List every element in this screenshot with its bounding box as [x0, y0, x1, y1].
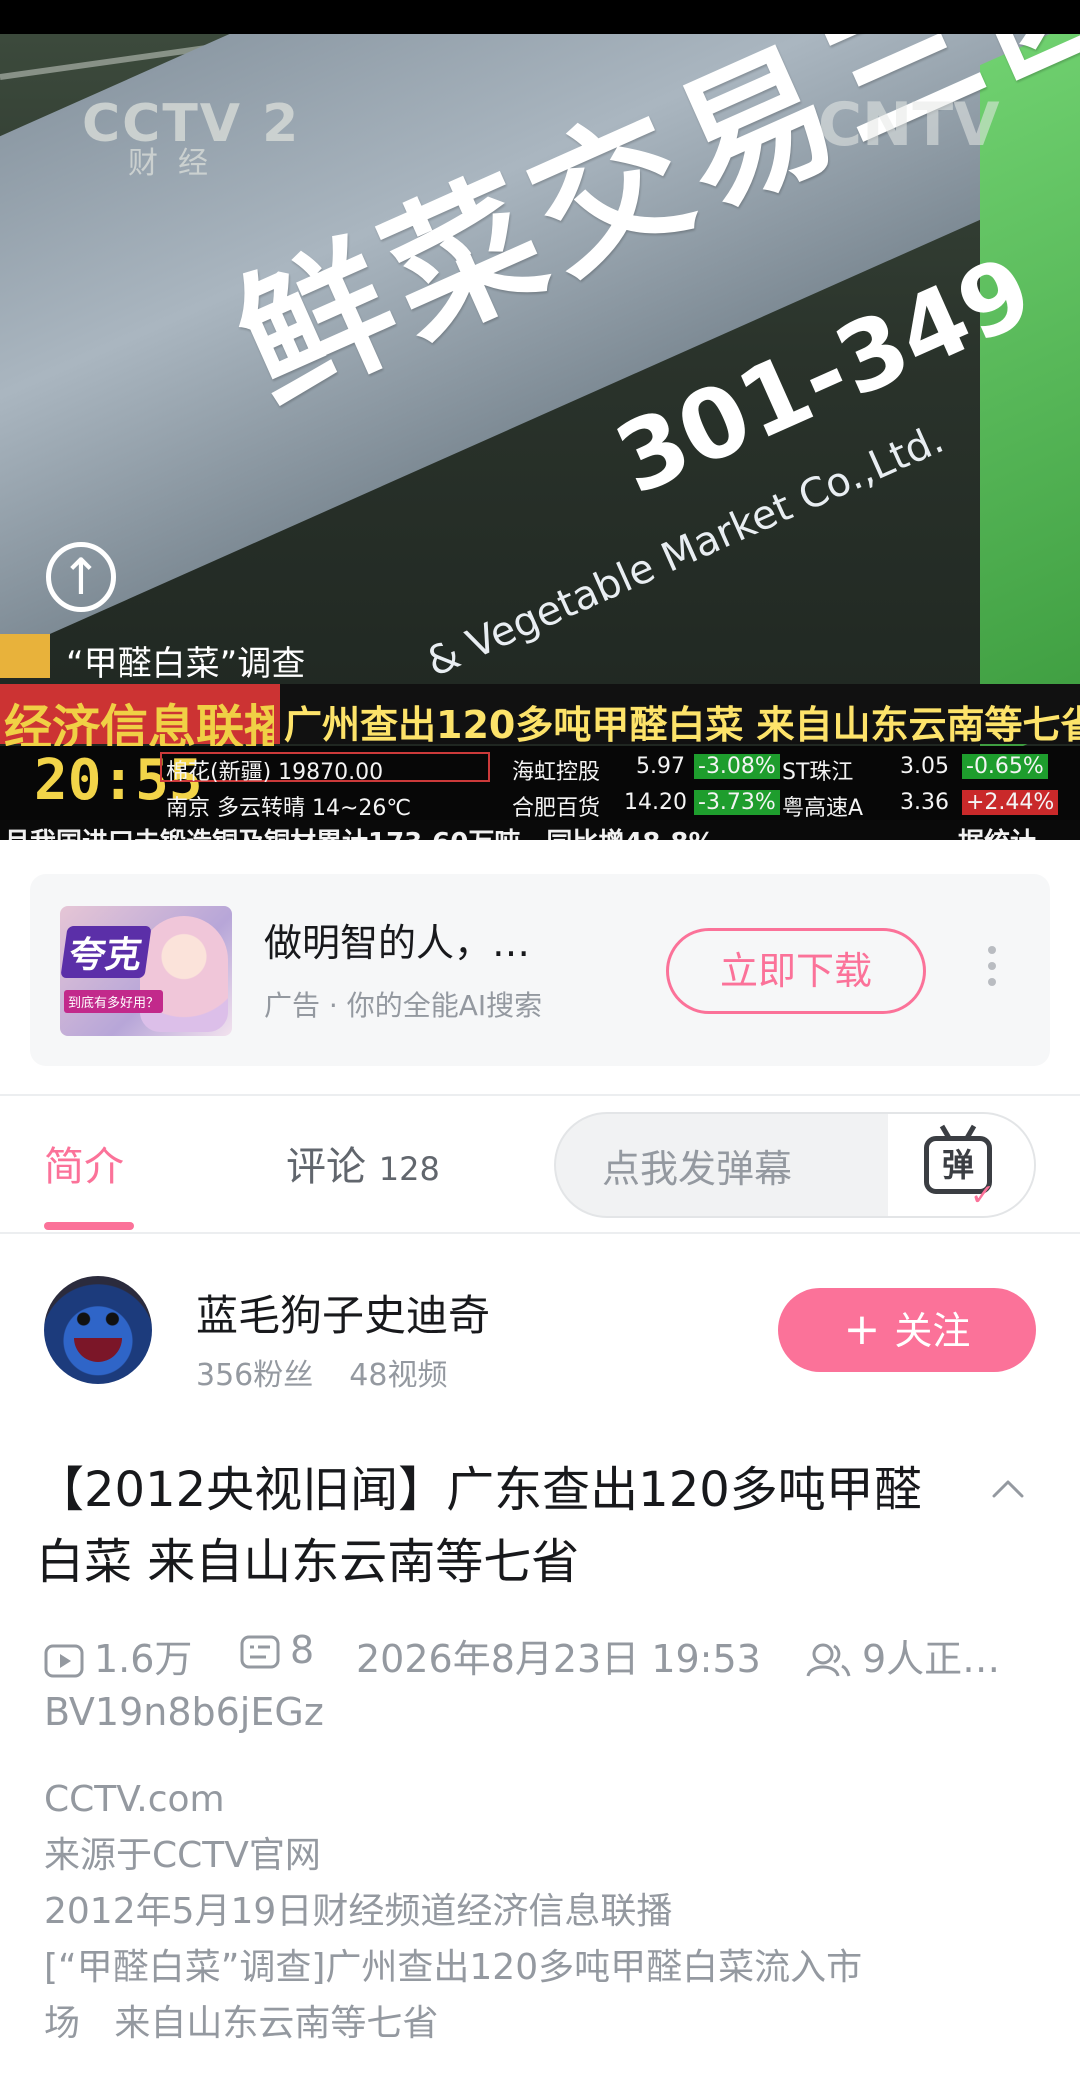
divider [0, 1232, 1080, 1234]
ad-subtitle: 广告 · 你的全能AI搜索 [264, 989, 543, 1022]
follow-label: 关注 [894, 1309, 971, 1353]
channel-subtitle: 财经 [128, 146, 228, 181]
tab-intro[interactable]: 简介 [44, 1134, 124, 1192]
tab-comments-label: 评论 [286, 1144, 366, 1190]
divider [0, 1094, 1080, 1096]
weather-quote: 南京 多云转晴 14~26℃ [166, 796, 412, 821]
stock-price: 3.05 [900, 754, 949, 779]
news-headline: 广州查出120多吨甲醛白菜 来自山东云南等七省 [284, 703, 1080, 747]
video-title: 【2012央视旧闻】广东查出120多吨甲醛白菜 来自山东云南等七省 [36, 1462, 922, 1590]
ticker-tag: “甲醛白菜”调查 [66, 644, 306, 684]
stock-name: 合肥百货 [512, 796, 601, 821]
check-icon: ✓ [970, 1178, 996, 1213]
description-line: 2012年5月19日财经频道经济信息联播 [44, 1891, 673, 1932]
stock-change: -3.08% [694, 754, 780, 779]
tab-comments[interactable]: 评论 128 [286, 1134, 440, 1192]
watching-count-value: 9人正… [862, 1637, 1001, 1681]
status-bar [0, 0, 1080, 34]
ad-thumbnail-illustration [140, 916, 228, 1032]
ad-thumbnail-tag: 到底有多好用？ [64, 990, 164, 1013]
video-bvid[interactable]: BV19n8b6jEGz [44, 1690, 324, 1734]
avatar-mouth [74, 1338, 122, 1362]
video-player[interactable]: 鲜菜交易三区 301-349 & Vegetable Market Co.,Lt… [0, 34, 1080, 840]
uploader-name[interactable]: 蓝毛狗子史迪奇 [196, 1282, 490, 1343]
avatar[interactable] [44, 1276, 152, 1384]
stock-name: 粤高速A [782, 796, 864, 821]
video-description: CCTV.com 来源于CCTV官网 2012年5月19日财经频道经济信息联播 … [44, 1772, 1044, 2052]
cntv-watermark: CNTV [818, 90, 1000, 160]
danmaku-count-icon [240, 1635, 280, 1669]
people-icon [806, 1643, 851, 1677]
more-vertical-icon[interactable] [980, 938, 1004, 1002]
chevron-up-icon[interactable] [990, 1470, 1026, 1506]
tab-comments-count: 128 [378, 1150, 440, 1188]
stock-price: 3.36 [900, 790, 949, 815]
ad-card[interactable]: 夸克 到底有多好用？ 做明智的人，… 广告 · 你的全能AI搜索 立即下载 [30, 874, 1050, 1066]
danmaku-count-value: 8 [290, 1628, 315, 1672]
up-arrow-icon: ↑ [46, 542, 116, 612]
stock-change: -3.73% [694, 790, 780, 815]
description-line: [“甲醛白菜”调查]广州查出120多吨甲醛白菜流入市 [44, 1947, 863, 1988]
description-line: 来源于CCTV官网 [44, 1835, 321, 1876]
uploader-videos: 48视频 [349, 1358, 448, 1393]
publish-date: 2026年8月23日 19:53 [356, 1637, 761, 1681]
stock-price: 14.20 [624, 790, 687, 815]
ad-download-button[interactable]: 立即下载 [666, 928, 926, 1014]
stock-price: 5.97 [636, 754, 685, 779]
scroll-ticker-text: 月我国进口未锻造铜及铜材累计173.60万吨，同比增48.8%。 [4, 822, 741, 840]
ad-title[interactable]: 做明智的人，… [264, 912, 530, 967]
stock-change: +2.44% [962, 790, 1059, 815]
ad-thumbnail[interactable]: 夸克 到底有多好用？ [60, 906, 232, 1036]
follow-button[interactable]: + 关注 [778, 1288, 1036, 1372]
danmaku-count: 8 [240, 1628, 314, 1672]
tab-active-indicator [44, 1222, 134, 1230]
video-meta: 1.6万 8 2026年8月23日 19:53 9人正… [44, 1628, 1044, 1681]
scroll-ticker-right: 据统计 [958, 822, 1036, 840]
danmaku-toggle-button[interactable]: 弹 ✓ [888, 1114, 1034, 1216]
uploader-fans: 356粉丝 [196, 1358, 314, 1393]
ad-thumbnail-logo: 夸克 [60, 926, 152, 978]
view-count: 1.6万 [44, 1628, 192, 1683]
play-count-icon [44, 1644, 84, 1678]
avatar-eyes [74, 1312, 122, 1326]
description-line: CCTV.com [44, 1779, 225, 1820]
stock-name: 海虹控股 [512, 760, 601, 785]
danmaku-input-box[interactable]: 点我发弹幕 弹 ✓ [554, 1112, 1036, 1218]
danmaku-input[interactable]: 点我发弹幕 [602, 1138, 792, 1193]
uploader-stats: 356粉丝 48视频 [196, 1350, 447, 1394]
stock-name: ST珠江 [782, 760, 854, 785]
cotton-quote: 棉花(新疆) 19870.00 [166, 760, 384, 785]
view-count-value: 1.6万 [94, 1637, 193, 1681]
plus-icon: + [843, 1304, 881, 1355]
stock-change: -0.65% [962, 754, 1048, 779]
watching-count: 9人正… [806, 1628, 1000, 1683]
description-line: 场 来自山东云南等七省 [44, 2003, 439, 2044]
